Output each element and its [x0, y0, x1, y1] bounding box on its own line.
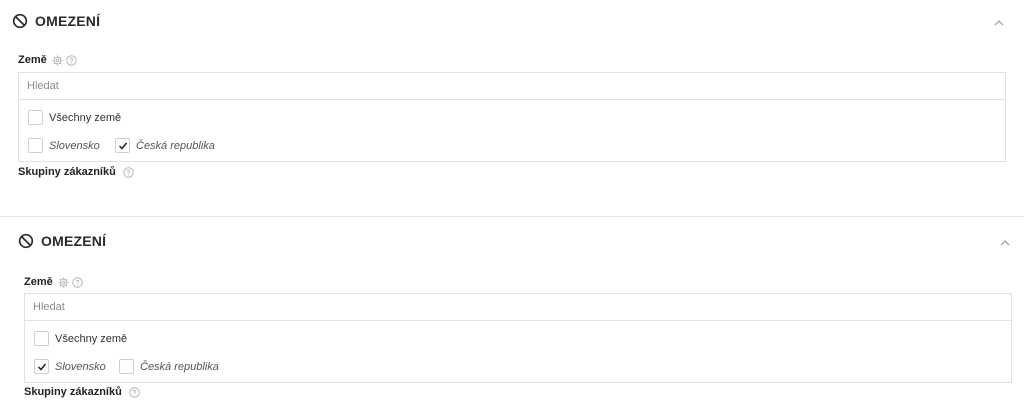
country-selector: Všechny země Slovensko Česká republika [24, 293, 1012, 383]
all-countries-checkbox[interactable] [34, 331, 49, 346]
all-countries-option[interactable]: Všechny země [34, 331, 127, 346]
country-option-slovensko[interactable]: Slovensko [28, 138, 100, 153]
restriction-section: OMEZENÍ Země Všechny země [0, 0, 1024, 214]
country-label-slovensko: Slovensko [55, 360, 106, 373]
country-checkbox-ceska-republika[interactable] [119, 359, 134, 374]
country-label: Země [18, 54, 47, 66]
country-label: Země [24, 276, 53, 288]
country-search-input[interactable] [25, 294, 1011, 321]
country-checkbox-slovensko[interactable] [34, 359, 49, 374]
all-countries-label: Všechny země [55, 332, 128, 345]
section-divider [0, 216, 1024, 217]
ban-icon [18, 233, 34, 249]
customer-groups-label: Skupiny zákazníků [24, 386, 122, 398]
country-search-input[interactable] [19, 73, 1005, 100]
all-countries-label: Všechny země [49, 111, 122, 124]
customer-groups-label: Skupiny zákazníků [18, 166, 116, 178]
help-icon[interactable] [123, 166, 134, 178]
gear-icon[interactable] [58, 277, 69, 288]
country-label-slovensko: Slovensko [49, 139, 100, 152]
help-icon[interactable] [66, 54, 77, 66]
country-label-ceska-republika: Česká republika [140, 360, 219, 373]
help-icon[interactable] [129, 386, 140, 398]
section-title: OMEZENÍ [35, 13, 101, 29]
country-option-ceska-republika[interactable]: Česká republika [119, 359, 219, 374]
gear-icon[interactable] [52, 55, 63, 66]
country-selector: Všechny země Slovensko Česká republika [18, 72, 1006, 162]
country-field-label: Země [24, 276, 83, 288]
help-icon[interactable] [72, 276, 83, 288]
customer-groups-field-label: Skupiny zákazníků [18, 166, 134, 178]
country-checkbox-slovensko[interactable] [28, 138, 43, 153]
country-option-slovensko[interactable]: Slovensko [34, 359, 106, 374]
country-label-ceska-republika: Česká republika [136, 139, 215, 152]
country-field-label: Země [18, 54, 77, 66]
restriction-section: OMEZENÍ Země Všechny země [0, 218, 1024, 406]
all-countries-checkbox[interactable] [28, 110, 43, 125]
all-countries-option[interactable]: Všechny země [28, 110, 121, 125]
chevron-up-icon[interactable] [998, 238, 1012, 248]
section-title: OMEZENÍ [41, 233, 107, 249]
section-header: OMEZENÍ [18, 233, 106, 249]
section-header: OMEZENÍ [12, 13, 100, 29]
customer-groups-field-label: Skupiny zákazníků [24, 386, 140, 398]
country-option-ceska-republika[interactable]: Česká republika [115, 138, 215, 153]
country-checkbox-ceska-republika[interactable] [115, 138, 130, 153]
ban-icon [12, 13, 28, 29]
chevron-up-icon[interactable] [992, 18, 1006, 28]
